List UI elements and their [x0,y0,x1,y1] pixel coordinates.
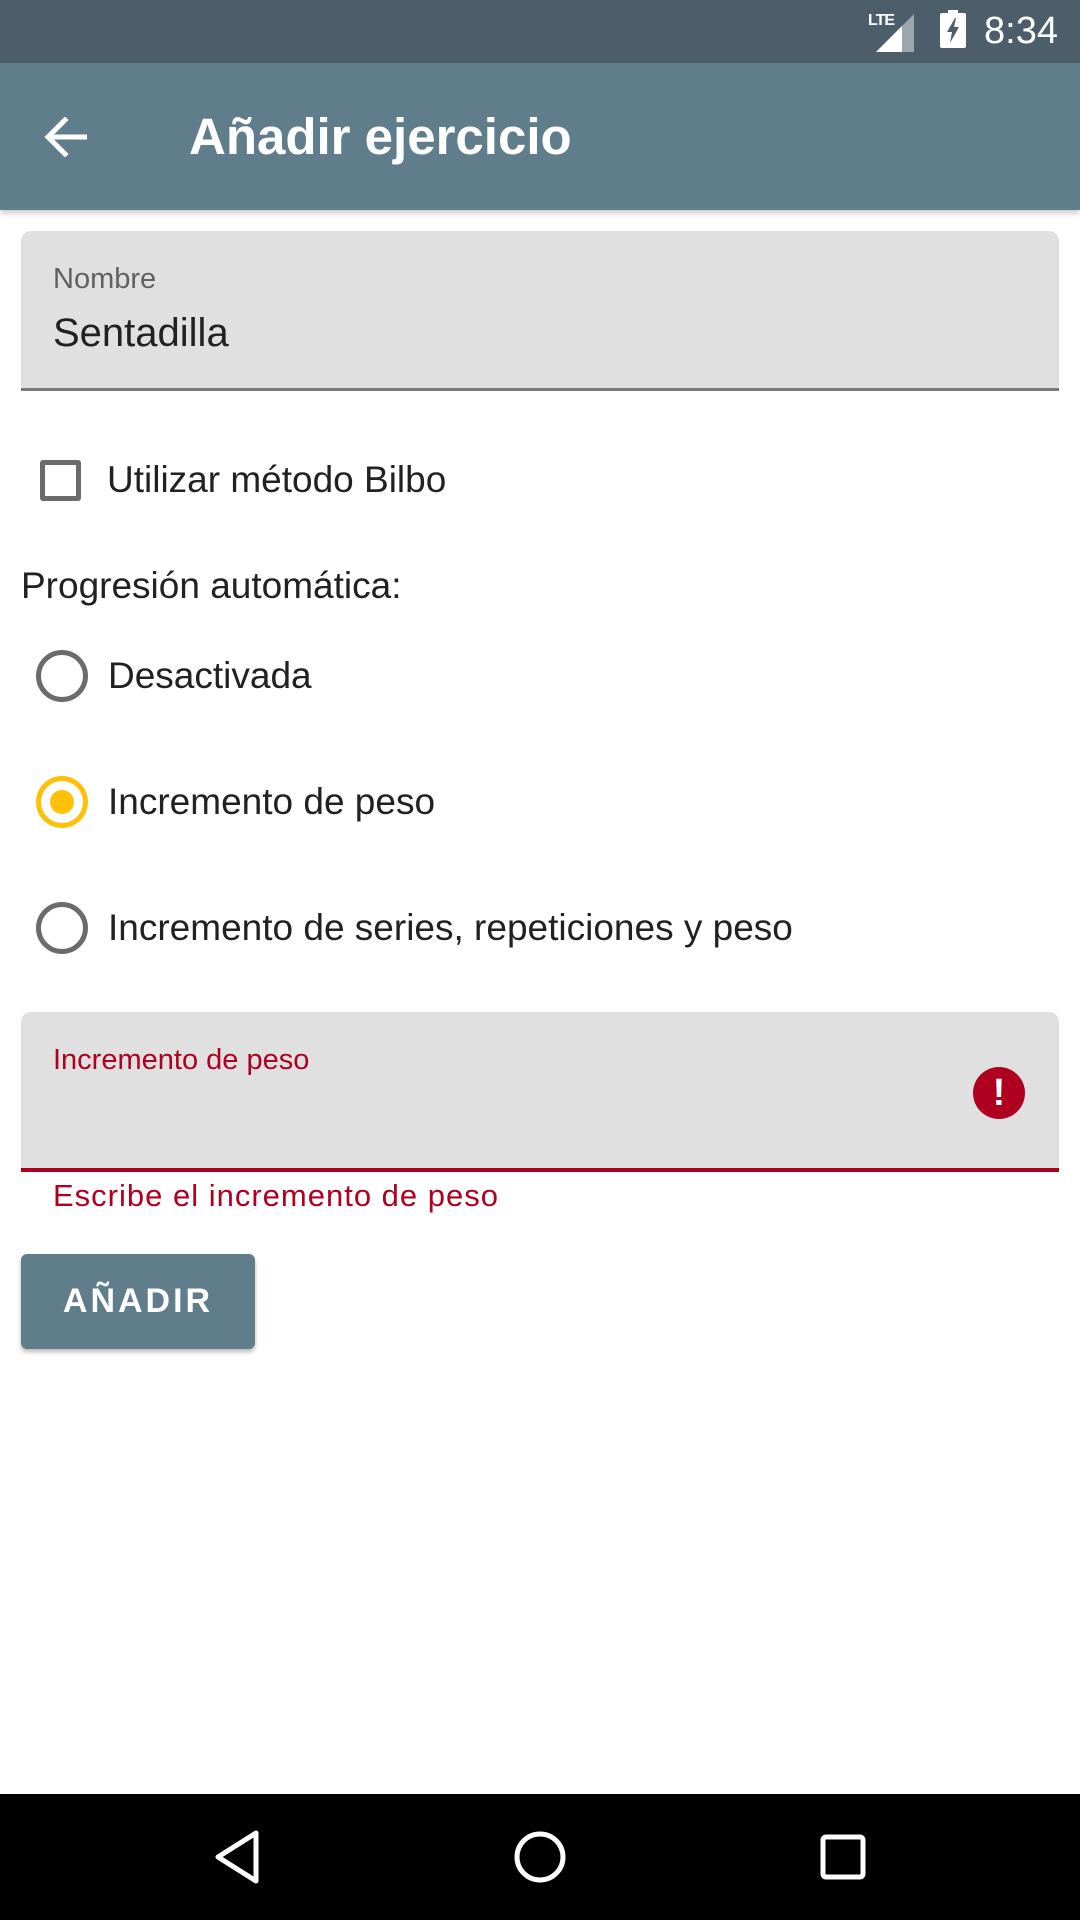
weight-increment-field[interactable]: Incremento de peso ! [21,1012,1059,1172]
back-button[interactable] [26,97,106,177]
nav-home-button[interactable] [505,1822,575,1892]
status-icons: LTE 8:34 [868,0,1080,63]
app-bar: Añadir ejercicio [0,63,1080,210]
error-icon: ! [973,1067,1025,1119]
error-message: Escribe el incremento de peso [53,1178,500,1213]
recents-square-icon [820,1834,866,1880]
radio-option-label: Desactivada [108,655,312,696]
clock: 8:34 [984,10,1058,52]
radio-selected-dot [50,790,74,814]
radio-button[interactable] [36,650,88,702]
page-title: Añadir ejercicio [189,108,572,165]
radio-option-series-reps-weight[interactable]: Incremento de series, repeticiones y pes… [21,888,793,968]
weight-increment-label: Incremento de peso [53,1044,310,1076]
battery-charging-icon [940,10,967,53]
radio-option-disabled[interactable]: Desactivada [21,636,312,716]
progression-title: Progresión automática: [21,565,402,606]
radio-option-label: Incremento de series, repeticiones y pes… [108,907,793,948]
checkbox-box[interactable] [40,459,81,501]
back-triangle-icon [215,1830,259,1884]
navigation-bar [0,1794,1080,1920]
name-field[interactable]: Nombre Sentadilla [21,231,1059,391]
nav-recents-button[interactable] [808,1822,878,1892]
arrow-left-icon [44,117,87,157]
radio-option-weight-increment[interactable]: Incremento de peso [21,762,435,842]
status-bar: LTE 8:34 [0,0,1080,63]
nav-back-button[interactable] [202,1822,272,1892]
add-button[interactable]: AÑADIR [21,1254,255,1349]
name-field-value[interactable]: Sentadilla [53,311,229,356]
lte-signal-icon: LTE [868,12,915,52]
bilbo-method-checkbox[interactable]: Utilizar método Bilbo [21,440,446,520]
name-field-label: Nombre [53,263,157,295]
radio-button-selected[interactable] [36,776,88,828]
radio-option-label: Incremento de peso [108,781,436,822]
bilbo-method-label: Utilizar método Bilbo [107,459,447,500]
radio-button[interactable] [36,902,88,954]
home-circle-icon [514,1831,566,1883]
